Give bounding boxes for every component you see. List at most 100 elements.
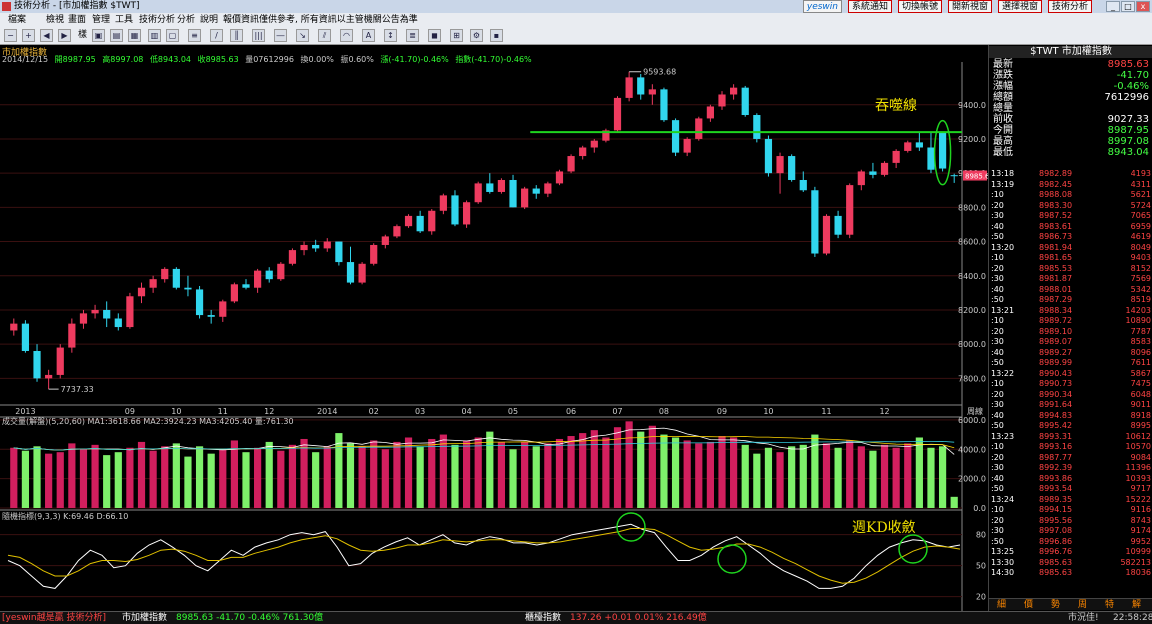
technical-analysis-button[interactable]: 技術分析	[1047, 0, 1092, 13]
quote-tab[interactable]: 價	[1024, 599, 1033, 611]
menu-file[interactable]: 檔案	[8, 13, 26, 27]
layout-icon[interactable]: ▤	[110, 29, 123, 42]
maximize-button[interactable]: □	[1121, 1, 1135, 12]
candle-body	[381, 236, 389, 245]
menu-tech-analysis[interactable]: 技術分析	[139, 13, 175, 27]
candle-body	[509, 179, 517, 208]
menu-help[interactable]: 說明	[200, 13, 218, 27]
tick-volume: 10890	[1125, 316, 1151, 325]
hline-icon[interactable]: ―	[274, 29, 287, 42]
grid-icon[interactable]: ▦	[128, 29, 141, 42]
scroll-left-icon[interactable]: ◀	[40, 29, 53, 42]
tick-price: 8989.72	[1039, 316, 1073, 325]
tick-time: 13:21	[991, 305, 1015, 315]
candle-body	[938, 132, 947, 169]
volume-bar	[567, 436, 575, 508]
volume-bar	[10, 447, 18, 508]
quote-value: 8985.63	[1107, 59, 1149, 70]
tick-time: 13:20	[991, 242, 1015, 252]
quote-tab[interactable]: 周	[1078, 599, 1087, 611]
candle-body	[567, 156, 575, 172]
settings-icon[interactable]: ⚙	[470, 29, 483, 42]
quote-tab[interactable]: 特	[1105, 599, 1114, 611]
tick-time: 13:19	[991, 179, 1015, 189]
volume-bar	[149, 450, 157, 508]
tick-row: :50 8996.86 9952	[989, 537, 1152, 546]
last-price-text: 8985.63	[965, 173, 988, 181]
menu-manage[interactable]: 管理	[92, 13, 110, 27]
tick-row: :40 8983.61 6959	[989, 222, 1152, 231]
table-icon[interactable]: ⊞	[450, 29, 463, 42]
tick-row: :30 8981.87 7569	[989, 274, 1152, 283]
annotation-kd: 週KD收斂	[852, 520, 916, 536]
tick-row: :40 8993.86 10393	[989, 474, 1152, 483]
quote-panel-tabs: 細價勢周特解	[989, 598, 1152, 610]
volume-bar	[56, 452, 64, 508]
scroll-right-icon[interactable]: ▶	[58, 29, 71, 42]
quote-tab[interactable]: 細	[997, 599, 1006, 611]
tick-time: :50	[991, 536, 1004, 546]
quote-tab[interactable]: 解	[1132, 599, 1141, 611]
quote-tab[interactable]: 勢	[1051, 599, 1060, 611]
zoom-out-icon[interactable]: −	[4, 29, 17, 42]
fib-icon[interactable]: ≣	[406, 29, 419, 42]
candle-body	[555, 171, 564, 184]
volume-bar	[764, 447, 773, 508]
color-icon[interactable]: ◼	[428, 29, 441, 42]
candle-body	[544, 183, 552, 194]
columns-icon[interactable]: |||	[252, 29, 265, 42]
arrow-tool-icon[interactable]: ↕	[384, 29, 397, 42]
tick-row: 14:30 8985.63 18036	[989, 568, 1152, 577]
tick-row: 13:25 8996.76 10999	[989, 547, 1152, 556]
indicator-icon[interactable]: ▣	[92, 29, 105, 42]
system-notice-button[interactable]: 系統通知	[847, 0, 892, 13]
channel-icon[interactable]: ⫽	[318, 29, 331, 42]
tick-price: 8985.53	[1039, 263, 1073, 273]
close-button[interactable]: x	[1136, 1, 1150, 12]
bars-icon[interactable]: ║	[230, 29, 243, 42]
menu-tools[interactable]: 工具	[115, 13, 133, 27]
volume-bar	[648, 425, 656, 508]
volume-tick-label: 0.0	[973, 504, 986, 513]
minimize-button[interactable]: _	[1106, 1, 1120, 12]
candle-body	[613, 97, 622, 131]
template-label[interactable]: 樣	[78, 29, 87, 42]
volume-bar	[45, 453, 53, 508]
volume-bar	[114, 452, 122, 508]
x-tick-label: 06	[566, 407, 576, 416]
tick-price: 8995.42	[1039, 421, 1073, 430]
crosshair-icon[interactable]: +	[22, 29, 35, 42]
volume-bar	[33, 446, 41, 508]
tick-volume: 7611	[1130, 358, 1151, 367]
text-tool-icon[interactable]: A	[362, 29, 375, 42]
candle-body	[486, 183, 494, 192]
save-layout-icon[interactable]: ▥	[148, 29, 161, 42]
menu-analysis[interactable]: 分析	[177, 13, 195, 27]
volume-bar	[892, 447, 900, 508]
quote-row: 最新 8985.63	[991, 59, 1151, 70]
chart-canvas[interactable]: 9400.09200.09000.08800.08600.08400.08200…	[0, 62, 988, 611]
menu-view[interactable]: 檢視	[46, 13, 64, 27]
tick-time: :30	[991, 211, 1004, 220]
volume-bar	[462, 440, 471, 508]
draw-menu-icon[interactable]: ≡	[188, 29, 201, 42]
trend-icon[interactable]: ↘	[296, 29, 309, 42]
menu-screen[interactable]: 畫面	[68, 13, 86, 27]
arc-icon[interactable]: ◠	[340, 29, 353, 42]
volume-bar	[799, 444, 807, 508]
volume-bar	[671, 437, 680, 508]
candle-body	[416, 215, 424, 232]
disk-icon[interactable]: ▪	[490, 29, 503, 42]
line-tool-icon[interactable]: /	[210, 29, 223, 42]
index2-values: 137.26 +0.01 0.01% 216.49億	[570, 613, 707, 623]
candle-body	[33, 350, 41, 379]
tick-price: 8993.31	[1039, 431, 1073, 441]
switch-account-button[interactable]: 切換帳號	[897, 0, 942, 13]
candle-body	[637, 77, 645, 95]
grid-layer: 9400.09200.09000.08800.08600.08400.08200…	[0, 62, 986, 611]
tick-time: :20	[991, 326, 1004, 336]
x-tick-label: 07	[612, 407, 622, 416]
window-icon[interactable]: ▢	[166, 29, 179, 42]
new-window-button[interactable]: 開新視窗	[947, 0, 992, 13]
select-window-button[interactable]: 選擇視窗	[997, 0, 1042, 13]
